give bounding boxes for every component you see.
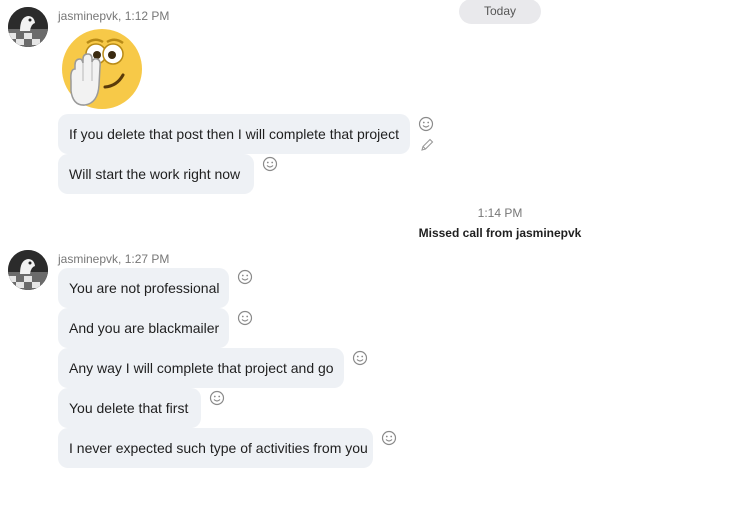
message-text: You delete that first: [69, 400, 189, 416]
date-divider-label: Today: [483, 4, 517, 18]
avatar[interactable]: [8, 250, 48, 290]
message-text: Any way I will complete that project and…: [69, 360, 334, 376]
face-with-hand-over-mouth-emoji[interactable]: [61, 29, 143, 111]
smiley-reaction-icon[interactable]: [262, 156, 278, 172]
message-bubble[interactable]: You are not professional: [58, 268, 229, 308]
avatar[interactable]: [8, 7, 48, 47]
message-bubble[interactable]: I never expected such type of activities…: [58, 428, 373, 468]
message-bubble[interactable]: You delete that first: [58, 388, 201, 428]
message-header: jasminepvk, 1:12 PM: [58, 9, 170, 23]
message-bubble[interactable]: And you are blackmailer: [58, 308, 229, 348]
smiley-reaction-icon[interactable]: [381, 430, 397, 446]
sender-name: jasminepvk: [58, 9, 119, 23]
message-bubble[interactable]: Any way I will complete that project and…: [58, 348, 344, 388]
pencil-edit-icon[interactable]: [419, 137, 435, 153]
smiley-reaction-icon[interactable]: [237, 269, 253, 285]
message-text: Will start the work right now: [69, 166, 241, 182]
message-bubble[interactable]: If you delete that post then I will comp…: [58, 114, 410, 154]
system-event-time: 1:14 PM: [477, 206, 523, 220]
smiley-reaction-icon[interactable]: [237, 310, 253, 326]
message-header: jasminepvk, 1:27 PM: [58, 252, 170, 266]
smiley-reaction-icon[interactable]: [209, 390, 225, 406]
message-time: 1:27 PM: [124, 252, 170, 266]
message-text: If you delete that post then I will comp…: [69, 126, 399, 142]
smiley-reaction-icon[interactable]: [352, 350, 368, 366]
missed-call-notice: Missed call from jasminepvk: [418, 226, 582, 240]
date-divider-today: Today: [459, 0, 541, 24]
sender-name: jasminepvk: [58, 252, 119, 266]
message-text: And you are blackmailer: [69, 320, 220, 336]
message-text: You are not professional: [69, 280, 220, 296]
smiley-reaction-icon[interactable]: [418, 116, 434, 132]
message-time: 1:12 PM: [124, 9, 170, 23]
message-text: I never expected such type of activities…: [69, 440, 368, 456]
message-bubble[interactable]: Will start the work right now: [58, 154, 254, 194]
